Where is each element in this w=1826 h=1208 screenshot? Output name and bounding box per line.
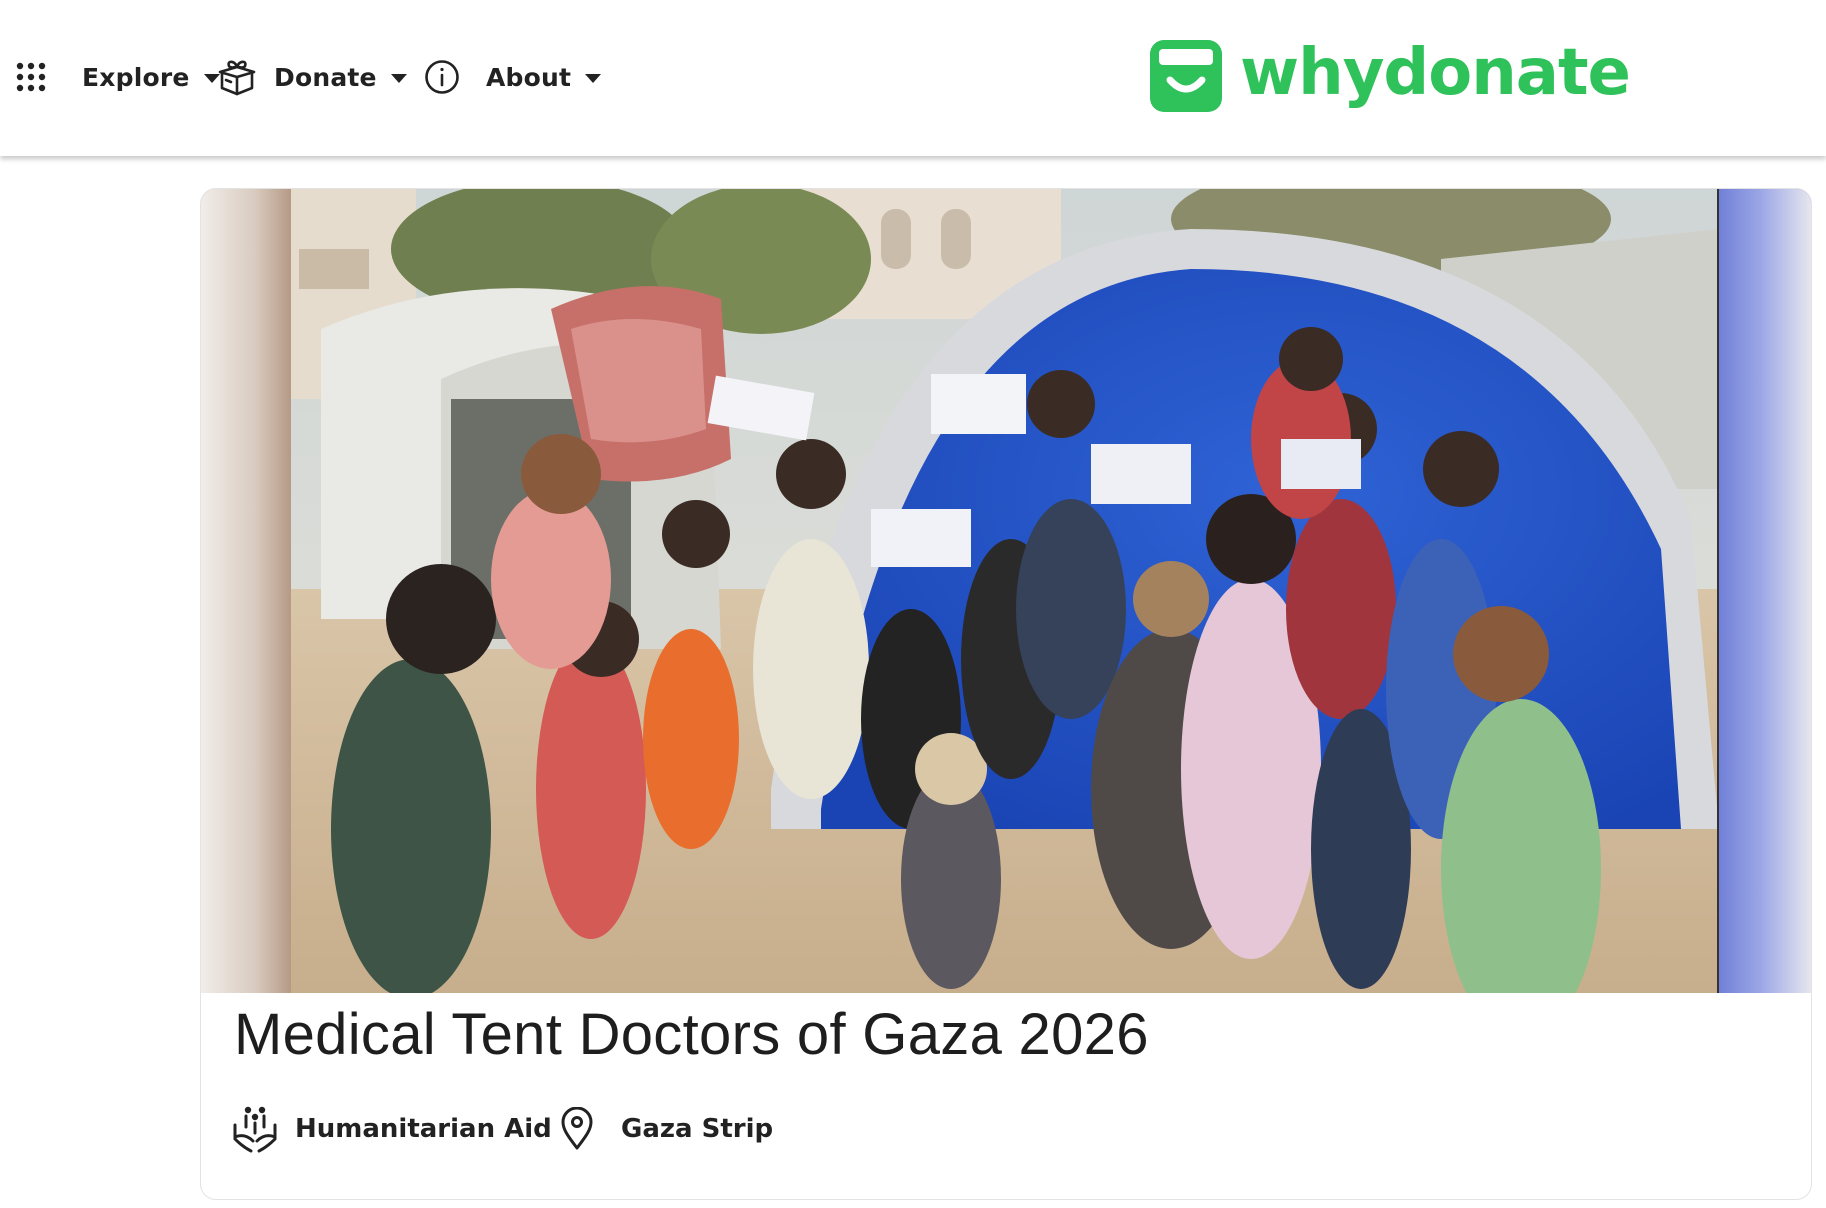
map-pin-icon	[559, 1107, 595, 1151]
hero-blur-right	[1719, 189, 1811, 993]
gift-box-icon	[216, 56, 258, 98]
brand-name: whydonate	[1240, 36, 1631, 110]
helping-hands-icon	[231, 1103, 279, 1155]
nav-explore-menu[interactable]: Explore	[16, 52, 220, 102]
campaign-category-label: Humanitarian Aid	[295, 1114, 552, 1144]
campaign-title: Medical Tent Doctors of Gaza 2026	[234, 1002, 1149, 1067]
nav-donate-label: Donate	[274, 62, 377, 92]
chevron-down-icon	[585, 73, 602, 83]
apps-grid-icon	[16, 62, 46, 92]
brand-logo[interactable]: whydonate	[1150, 36, 1631, 114]
chevron-down-icon	[390, 73, 407, 83]
campaign-category[interactable]: Humanitarian Aid	[231, 1101, 552, 1157]
nav-donate-menu[interactable]: Donate	[216, 52, 407, 102]
whydonate-logo-icon	[1150, 40, 1222, 112]
nav-about-menu[interactable]: About	[424, 52, 602, 102]
info-circle-icon	[424, 59, 460, 95]
nav-explore-label: Explore	[82, 62, 190, 92]
nav-about-label: About	[486, 62, 572, 92]
campaign-photo	[291, 189, 1719, 993]
hero-blur-left	[201, 189, 291, 993]
top-navigation-bar: Explore Donate About whydonate	[0, 0, 1826, 156]
campaign-location[interactable]: Gaza Strip	[559, 1101, 773, 1157]
campaign-hero-image	[201, 189, 1811, 993]
campaign-location-label: Gaza Strip	[621, 1114, 774, 1144]
campaign-card: Medical Tent Doctors of Gaza 2026 Humani…	[200, 188, 1812, 1200]
